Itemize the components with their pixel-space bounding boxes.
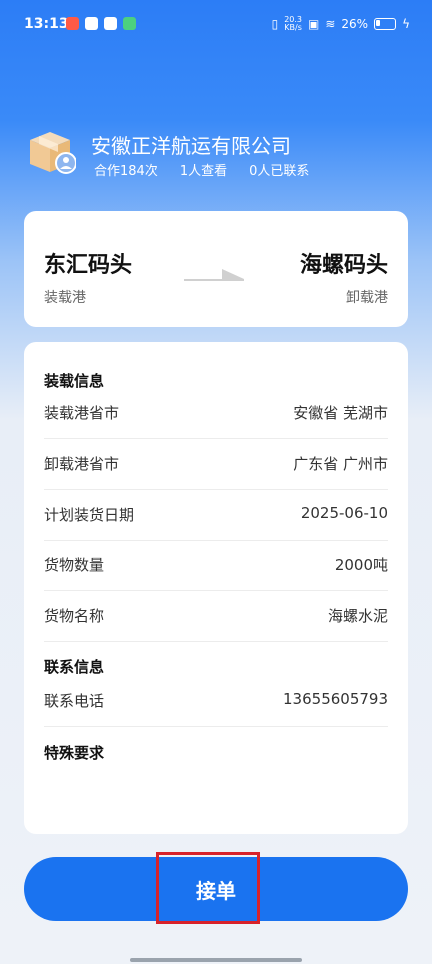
unload-port: 海螺码头 卸载港 — [300, 247, 388, 307]
info-row-unload-province: 卸载港省市 广东省 广州市 — [44, 439, 388, 490]
notification-app-icon — [104, 17, 117, 30]
wifi-icon: ≋ — [325, 17, 336, 31]
company-stats: 合作184次 1人查看 0人已联系 — [94, 160, 309, 179]
home-indicator — [130, 958, 302, 962]
status-app-icons — [66, 17, 136, 30]
load-port: 东汇码头 装载港 — [44, 247, 132, 307]
status-bar: 13:13 ▯ 20.3 KB/s ▣ ≋ 26% ϟ — [0, 0, 432, 50]
company-header: 安徽正洋航运有限公司 合作184次 1人查看 0人已联系 — [24, 126, 408, 186]
info-row-load-date: 计划装货日期 2025-06-10 — [44, 490, 388, 541]
company-name: 安徽正洋航运有限公司 — [91, 134, 291, 158]
cargo-box-icon — [30, 132, 76, 174]
info-row-phone: 联系电话 13655605793 — [44, 676, 388, 727]
contacted-count: 0人已联系 — [249, 164, 310, 179]
route-card: 东汇码头 装载港 海螺码头 卸载港 — [24, 211, 408, 327]
unload-port-label: 卸载港 — [346, 290, 388, 306]
detail-card: 装载信息 装载港省市 安徽省 芜湖市 卸载港省市 广东省 广州市 计划装货日期 … — [24, 342, 408, 834]
info-row-cargo-name: 货物名称 海螺水泥 — [44, 591, 388, 642]
load-port-label: 装载港 — [44, 290, 86, 306]
phone-number[interactable]: 13655605793 — [283, 690, 388, 708]
network-speed: 20.3 KB/s — [284, 15, 302, 32]
notification-app-icon — [66, 17, 79, 30]
viewer-count: 1人查看 — [179, 164, 228, 179]
battery-percent: 26% — [341, 17, 369, 31]
special-requirements-title: 特殊要求 — [44, 744, 105, 762]
status-time: 13:13 — [24, 16, 69, 32]
contact-info-title: 联系信息 — [44, 658, 105, 676]
info-row-load-province: 装载港省市 安徽省 芜湖市 — [44, 388, 388, 439]
highlight-box — [156, 852, 260, 924]
route-arrow-icon — [184, 269, 244, 281]
load-port-name: 东汇码头 — [44, 253, 133, 278]
unload-port-name: 海螺码头 — [299, 253, 388, 278]
cooperation-count: 合作184次 — [94, 164, 158, 179]
info-row-quantity: 货物数量 2000吨 — [44, 540, 388, 591]
battery-icon — [374, 18, 397, 30]
sim-icon: ▣ — [308, 17, 320, 31]
notification-app-icon — [123, 17, 136, 30]
status-right: ▯ 20.3 KB/s ▣ ≋ 26% ϟ — [272, 16, 410, 32]
notification-app-icon — [85, 17, 98, 30]
vibrate-icon: ▯ — [271, 17, 279, 31]
charging-icon: ϟ — [402, 17, 410, 31]
